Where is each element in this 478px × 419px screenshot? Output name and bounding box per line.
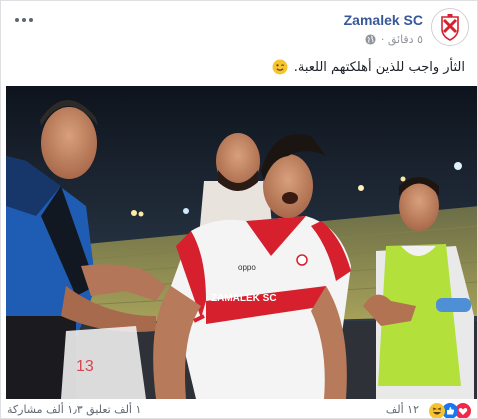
zamalek-crest-icon bbox=[432, 9, 468, 45]
jersey-club-text: ZAMALEK SC bbox=[211, 293, 277, 304]
jersey-crest-icon bbox=[296, 254, 308, 266]
post-photo[interactable]: oppo ZAMALEK SC 13 bbox=[6, 86, 478, 399]
more-options-icon bbox=[15, 18, 19, 22]
post-meta: ٥ دقائق · bbox=[365, 33, 423, 46]
foreground-player: 13 bbox=[61, 326, 146, 399]
post-card: Zamalek SC ٥ دقائق · الثأر واجب للذين أه… bbox=[0, 0, 478, 419]
post-time[interactable]: ٥ دقائق · bbox=[381, 33, 423, 46]
more-options-dot bbox=[22, 18, 26, 22]
haha-icon bbox=[429, 403, 445, 418]
reactions-bar: ١٢ ألف ١ ألف تعليق ١٫٣ ألف مشاركة bbox=[1, 399, 477, 418]
page-avatar[interactable] bbox=[431, 8, 469, 46]
more-options-button[interactable] bbox=[13, 13, 35, 27]
reaction-count[interactable]: ١٢ ألف bbox=[386, 403, 419, 416]
comments-shares-count[interactable]: ١ ألف تعليق ١٫٣ ألف مشاركة bbox=[7, 403, 141, 416]
reaction-icons[interactable] bbox=[429, 403, 471, 418]
page-name-link[interactable]: Zamalek SC bbox=[344, 12, 423, 28]
post-text: الثأر واجب للذين أهلكتهم اللعبة. bbox=[272, 59, 465, 75]
more-options-dot bbox=[29, 18, 33, 22]
foreground-jersey-number: 13 bbox=[76, 358, 94, 375]
globe-icon[interactable] bbox=[365, 34, 376, 45]
winking-face-icon bbox=[272, 59, 288, 75]
post-message: الثأر واجب للذين أهلكتهم اللعبة. bbox=[293, 59, 465, 75]
jersey-sponsor-text: oppo bbox=[238, 263, 256, 272]
post-header: Zamalek SC ٥ دقائق · bbox=[1, 1, 477, 53]
